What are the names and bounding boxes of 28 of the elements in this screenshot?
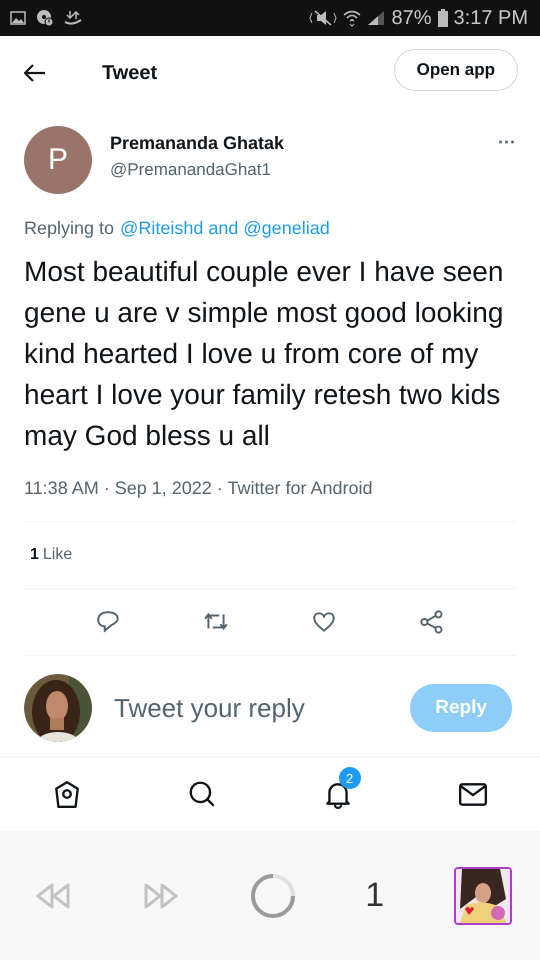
battery-percentage: 87% xyxy=(391,6,432,30)
signal-icon xyxy=(367,10,386,26)
more-button[interactable]: ··· xyxy=(498,132,516,153)
tab-count[interactable]: 1 xyxy=(365,876,384,915)
author-handle[interactable]: @PremanandaGhat1 xyxy=(110,160,498,180)
disc-alert-icon xyxy=(36,9,54,27)
notification-badge: 2 xyxy=(338,767,361,789)
wifi-icon xyxy=(343,9,362,27)
transfer-icon xyxy=(64,10,82,26)
home-icon[interactable] xyxy=(52,779,82,809)
loading-spinner-icon xyxy=(250,872,296,918)
back-arrow-icon[interactable] xyxy=(24,64,46,82)
share-icon[interactable] xyxy=(419,609,445,635)
tweet-timestamp: 11:38 AM · Sep 1, 2022 · Twitter for Android xyxy=(24,478,516,522)
replying-label: Replying to xyxy=(24,218,114,239)
image-icon xyxy=(10,10,26,26)
page-title: Tweet xyxy=(102,62,158,84)
author-avatar[interactable]: P xyxy=(24,126,92,194)
open-app-button[interactable]: Open app xyxy=(394,49,518,91)
battery-icon xyxy=(438,9,448,27)
mute-icon xyxy=(309,9,338,27)
tweet-text: Most beautiful couple ever I have seen gene u are v simple most good looking kind hearted I love u from core of my heart I love your family retesh two kids may God bless u all xyxy=(24,255,504,453)
search-icon[interactable] xyxy=(187,779,218,809)
reply-icon[interactable] xyxy=(95,609,121,635)
like-count[interactable]: 1 xyxy=(30,546,39,564)
clock: 3:17 PM xyxy=(454,6,528,30)
like-label[interactable]: Like xyxy=(42,546,72,564)
author-name[interactable]: Premananda Ghatak xyxy=(110,133,498,154)
